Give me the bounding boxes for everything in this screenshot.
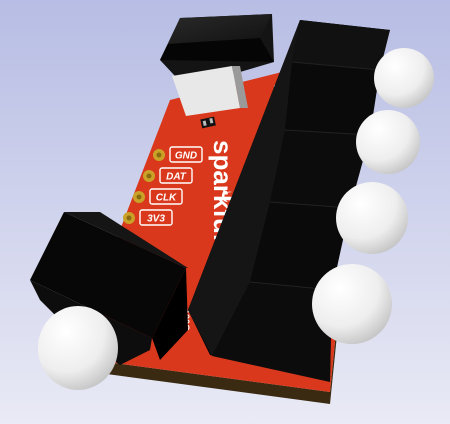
pin-hole-icon — [136, 194, 142, 200]
pin-hole-icon — [156, 152, 162, 158]
3d-viewer[interactable]: GND DAT CLK 3V3 sparkfun 120G 0G0G — [0, 0, 450, 424]
led-dome-icon — [336, 182, 408, 254]
pin-hole-icon — [146, 173, 152, 179]
led-dome-icon — [312, 264, 392, 344]
led-dome-icon — [374, 48, 434, 108]
pin-label: DAT — [166, 172, 187, 183]
led-dome-icon — [356, 110, 420, 174]
pin-label: CLK — [156, 193, 177, 204]
led-dome-icon — [38, 306, 118, 390]
pin-label: 3V3 — [147, 214, 165, 225]
pin-label: GND — [175, 151, 197, 162]
pin-hole-icon — [126, 215, 132, 221]
pcb-3d-render: GND DAT CLK 3V3 sparkfun 120G 0G0G — [0, 0, 450, 424]
